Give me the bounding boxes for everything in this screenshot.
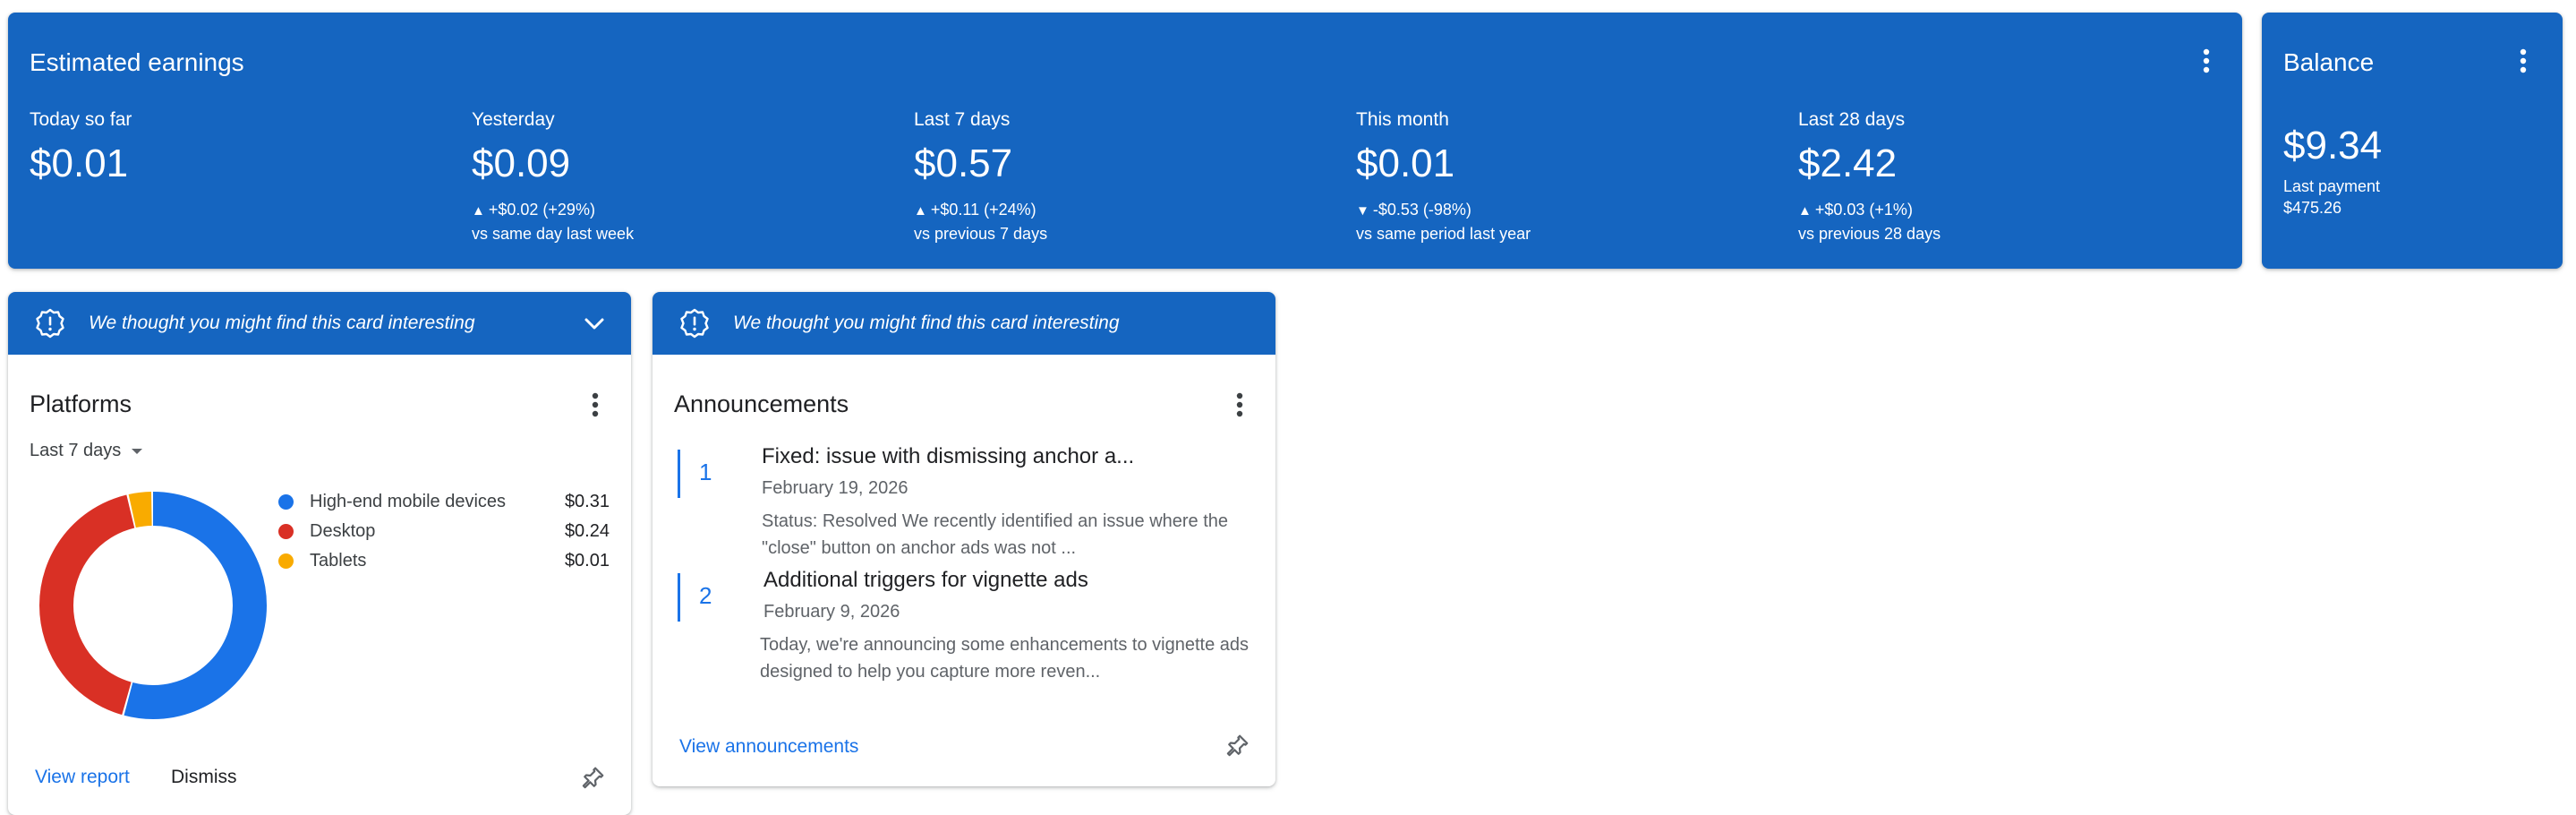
- banner-text: We thought you might find this card inte…: [733, 313, 1120, 333]
- stat-yesterday: Yesterday $0.09 ▲ +$0.02 (+29%) vs same d…: [472, 109, 634, 244]
- stat-compare: vs same period last year: [1356, 225, 1531, 243]
- stat-change: ▲ +$0.03 (+1%): [1798, 201, 1913, 219]
- stat-compare: vs previous 7 days: [914, 225, 1048, 243]
- announcement-number: 1: [699, 459, 712, 485]
- platforms-interesting-banner: We thought you might find this card inte…: [8, 292, 631, 355]
- announcement-title: Fixed: issue with dismissing anchor a...: [762, 444, 1135, 468]
- announcement-body: Additional triggers for vignette ads Feb…: [760, 568, 1268, 685]
- view-announcements-link[interactable]: View announcements: [679, 736, 858, 758]
- estimated-earnings-card: Estimated earnings Today so far $0.01 Ye…: [8, 13, 2242, 269]
- platforms-title: Platforms: [30, 390, 132, 417]
- legend-value: $0.01: [564, 551, 610, 570]
- caret-down-icon: [132, 448, 143, 454]
- stat-label: Yesterday: [472, 109, 555, 130]
- stat-last-7-days: Last 7 days $0.57 ▲ +$0.11 (+24%) vs prev…: [914, 109, 1047, 244]
- announcements-card: We thought you might find this card inte…: [653, 292, 1275, 786]
- arrow-down-icon: ▼: [1356, 203, 1369, 219]
- stat-label: Last 28 days: [1798, 109, 1906, 130]
- stat-compare: vs previous 28 days: [1798, 225, 1941, 243]
- dismiss-button[interactable]: Dismiss: [171, 767, 237, 788]
- legend-value: $0.31: [564, 492, 610, 511]
- earnings-more-icon[interactable]: [2190, 45, 2222, 77]
- chevron-down-icon[interactable]: [581, 310, 608, 337]
- announcement-title: Additional triggers for vignette ads: [763, 568, 1088, 592]
- stat-label: This month: [1356, 109, 1449, 130]
- announcement-date: February 9, 2026: [763, 602, 900, 622]
- arrow-up-icon: ▲: [914, 203, 927, 219]
- platforms-donut-chart: [39, 492, 267, 719]
- legend-name: High-end mobile devices: [310, 492, 507, 511]
- stat-value: $0.09: [472, 142, 571, 185]
- platforms-card: We thought you might find this card inte…: [8, 292, 631, 815]
- announcement-bar: [678, 573, 680, 622]
- stat-label: Last 7 days: [914, 109, 1011, 130]
- legend-value: $0.24: [564, 521, 610, 541]
- legend-name: Tablets: [310, 551, 367, 570]
- legend-name: Desktop: [310, 521, 376, 541]
- announcement-item[interactable]: 2 Additional triggers for vignette ads F…: [678, 568, 1268, 684]
- stat-label: Today so far: [30, 109, 132, 130]
- announcement-bar: [678, 450, 680, 498]
- info-badge-icon: [680, 308, 709, 339]
- stat-change: ▲ +$0.11 (+24%): [914, 201, 1036, 219]
- legend-item: Tablets $0.01: [278, 546, 610, 576]
- announcements-interesting-banner: We thought you might find this card inte…: [653, 292, 1275, 355]
- stat-today: Today so far $0.01: [30, 109, 132, 186]
- stat-this-month: This month $0.01 ▼ -$0.53 (-98%) vs same …: [1356, 109, 1531, 244]
- pin-icon[interactable]: [579, 765, 606, 792]
- last-payment-label: Last payment: [2283, 177, 2381, 195]
- announcement-item[interactable]: 1 Fixed: issue with dismissing anchor a.…: [678, 444, 1268, 561]
- earnings-title: Estimated earnings: [30, 48, 244, 76]
- pin-icon[interactable]: [1224, 733, 1250, 759]
- announcements-more-icon[interactable]: [1224, 389, 1256, 421]
- balance-card: Balance $9.34 Last payment $475.26: [2262, 13, 2563, 269]
- stat-value: $0.01: [1356, 142, 1455, 185]
- balance-more-icon[interactable]: [2507, 45, 2539, 77]
- announcement-number: 2: [699, 582, 712, 609]
- announcements-title: Announcements: [674, 390, 849, 417]
- info-badge-icon: [36, 308, 64, 339]
- arrow-up-icon: ▲: [472, 203, 485, 219]
- stat-value: $2.42: [1798, 142, 1898, 185]
- stat-change: ▼ -$0.53 (-98%): [1356, 201, 1471, 219]
- stat-change: ▲ +$0.02 (+29%): [472, 201, 595, 219]
- announcement-description: Status: Resolved We recently identified …: [762, 511, 1229, 558]
- legend-dot: [278, 494, 294, 510]
- stat-last-28-days: Last 28 days $2.42 ▲ +$0.03 (+1%) vs prev…: [1798, 109, 1941, 244]
- announcement-description: Today, we're announcing some enhancement…: [760, 635, 1250, 682]
- stat-value: $0.01: [30, 142, 129, 185]
- view-report-link[interactable]: View report: [35, 767, 130, 788]
- platforms-legend: High-end mobile devices $0.31 Desktop $0…: [278, 487, 610, 576]
- legend-item: High-end mobile devices $0.31: [278, 487, 610, 517]
- date-range-dropdown[interactable]: Last 7 days: [30, 441, 146, 461]
- arrow-up-icon: ▲: [1798, 203, 1812, 219]
- legend-dot: [278, 524, 294, 539]
- balance-value: $9.34: [2283, 124, 2383, 167]
- last-payment-value: $475.26: [2283, 199, 2342, 217]
- date-range-label: Last 7 days: [30, 441, 122, 460]
- balance-title: Balance: [2283, 48, 2375, 76]
- banner-text: We thought you might find this card inte…: [89, 313, 475, 333]
- stat-value: $0.57: [914, 142, 1013, 185]
- legend-dot: [278, 553, 294, 569]
- legend-item: Desktop $0.24: [278, 517, 610, 546]
- platforms-more-icon[interactable]: [579, 389, 611, 421]
- announcement-body: Fixed: issue with dismissing anchor a...…: [762, 444, 1268, 562]
- announcement-date: February 19, 2026: [762, 478, 908, 498]
- stat-compare: vs same day last week: [472, 225, 635, 243]
